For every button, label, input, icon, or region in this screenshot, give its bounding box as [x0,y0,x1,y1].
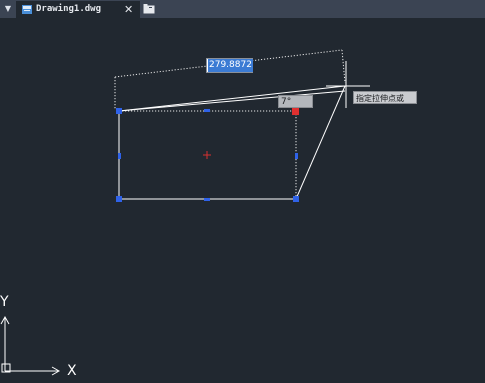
grip-right-mid [295,153,298,159]
grip-top-left [116,108,122,114]
ucs-x-label: X [67,363,77,379]
grip-bottom-mid [204,198,210,201]
dimension-value: 279.8872 [208,59,253,72]
grip-top-mid [204,109,210,112]
command-prompt-tooltip: 指定拉伸点或 [353,91,417,104]
new-tab-icon[interactable] [143,4,155,14]
grip-left-mid [118,153,121,159]
dimension-length-input[interactable]: 279.8872 [206,58,253,73]
dwg-file-icon [22,5,32,14]
angle-input[interactable]: 7° [278,95,313,108]
document-tab-bar: ▼ Drawing1.dwg ✕ [0,0,485,18]
grip-bottom-right [293,196,299,202]
ucs-y-label: Y [0,294,9,310]
tab-close-icon[interactable]: ✕ [124,2,133,17]
tab-label: Drawing1.dwg [36,4,102,14]
tab-list-menu-button[interactable]: ▼ [3,3,13,15]
tab-drawing1[interactable]: Drawing1.dwg ✕ [16,1,140,18]
grip-bottom-left [116,196,122,202]
hot-grip-top-right [292,108,299,115]
